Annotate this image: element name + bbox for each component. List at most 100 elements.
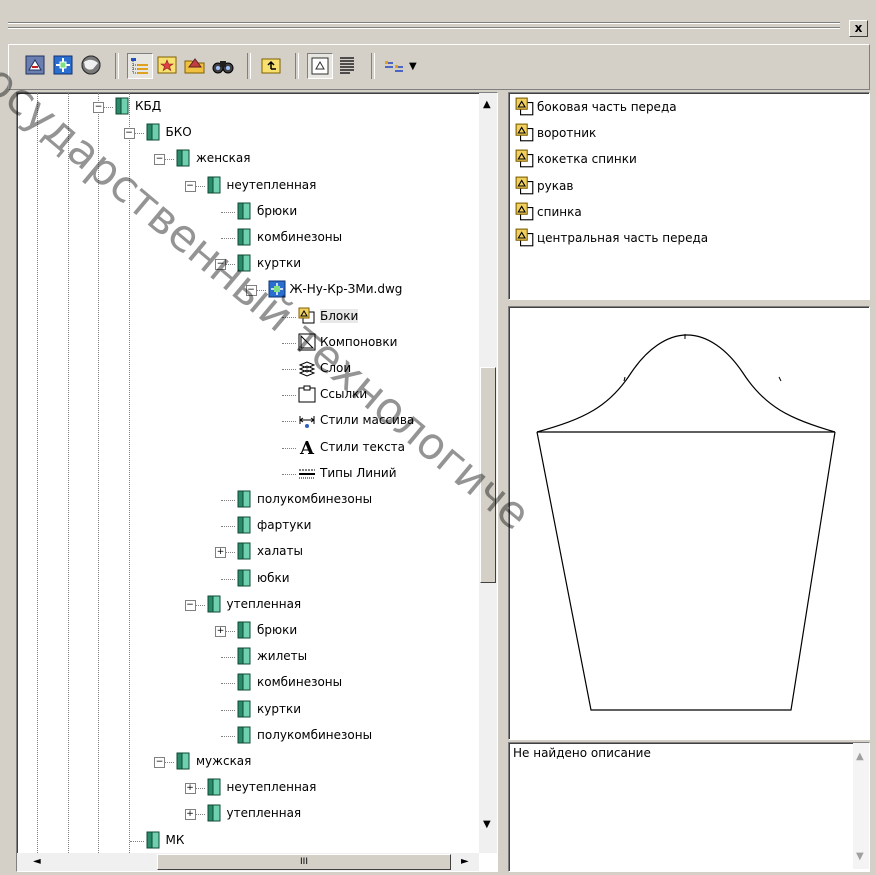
- close-button[interactable]: x: [849, 20, 868, 37]
- hscroll-thumb[interactable]: III: [157, 854, 451, 870]
- folder-icon: [207, 778, 221, 796]
- tree-node[interactable]: фартуки: [17, 516, 477, 536]
- folder-icon: [237, 490, 251, 508]
- collapse-box-icon[interactable]: −: [184, 180, 196, 192]
- scroll-right-arrow-icon[interactable]: ►: [461, 856, 469, 867]
- tree-node[interactable]: − БКО: [17, 123, 477, 143]
- scroll-left-arrow-icon[interactable]: ◄: [33, 856, 41, 867]
- block-name: центральная часть переда: [537, 231, 709, 245]
- tree-horizontal-scrollbar[interactable]: ◄ III ►: [17, 853, 479, 871]
- search-icon[interactable]: [211, 53, 235, 77]
- folder-icon: [237, 542, 251, 560]
- collapse-box-icon[interactable]: −: [123, 128, 135, 140]
- globe-icon[interactable]: [79, 53, 103, 77]
- dimstyles-icon: [298, 411, 315, 429]
- description-icon[interactable]: [335, 53, 359, 77]
- folder-icon: [237, 700, 251, 718]
- tree-vertical-scrollbar[interactable]: ▲ ▼: [479, 93, 497, 853]
- tree-node-label: утепленная: [226, 596, 302, 611]
- tree-node[interactable]: Стили массива: [17, 411, 477, 431]
- tree-node-label: утепленная: [226, 806, 302, 821]
- preview-pane: [508, 306, 870, 740]
- collapse-box-icon[interactable]: −: [245, 285, 257, 297]
- scroll-up-arrow-icon[interactable]: ▲: [483, 99, 491, 110]
- tree-toggle-icon[interactable]: [51, 53, 75, 77]
- tree-node-label: жилеты: [257, 649, 308, 664]
- tree-node[interactable]: комбинезоны: [17, 228, 477, 248]
- tree-node[interactable]: полукомбинезоны: [17, 490, 477, 510]
- views-icon[interactable]: ▼: [381, 53, 421, 77]
- block-icon: [515, 228, 534, 247]
- folder-icon: [146, 831, 160, 849]
- expand-box-icon[interactable]: +: [184, 783, 196, 795]
- expand-box-icon[interactable]: +: [215, 547, 226, 559]
- tree-node[interactable]: − КБД: [17, 97, 477, 117]
- tree-node[interactable]: комбинезоны: [17, 673, 477, 693]
- layers-icon: [298, 359, 316, 377]
- tree-node-label: юбки: [257, 570, 290, 585]
- tree-node[interactable]: + неутепленная: [17, 778, 477, 798]
- description-text: Не найдено описание: [513, 746, 651, 760]
- tree-node-label: мужская: [196, 754, 252, 768]
- favorites-icon[interactable]: [155, 53, 179, 77]
- tree-node[interactable]: Блоки: [17, 307, 477, 327]
- drawing-file-icon: [268, 280, 285, 298]
- tree-node-label: Ссылки: [320, 387, 368, 402]
- tree-node-label: Слои: [320, 361, 352, 375]
- collapse-box-icon[interactable]: −: [93, 102, 104, 113]
- tree-node[interactable]: + брюки: [17, 621, 477, 641]
- collapse-box-icon[interactable]: −: [215, 259, 226, 271]
- tree-node[interactable]: − утепленная: [17, 595, 477, 615]
- folder-tree[interactable]: − КБД − БКО − женская − неутепленная брюки комбин…: [16, 92, 498, 872]
- tree-node[interactable]: куртки: [17, 700, 477, 720]
- tree-node[interactable]: жилеты: [17, 647, 477, 667]
- tree-node[interactable]: + утепленная: [17, 804, 477, 824]
- tree-node[interactable]: + халаты: [17, 542, 477, 562]
- description-scrollbar[interactable]: ▲ ▼: [853, 743, 869, 869]
- sleeve-pattern-drawing: [536, 334, 836, 711]
- folder-icon: [115, 97, 129, 115]
- load-icon[interactable]: [183, 53, 207, 77]
- tree-node[interactable]: − неутепленная: [17, 176, 477, 196]
- collapse-box-icon[interactable]: −: [154, 757, 165, 768]
- tree-node[interactable]: − куртки: [17, 254, 477, 274]
- tree-node-label: неутепленная: [226, 780, 317, 795]
- layouts-icon: [298, 333, 316, 351]
- tree-node-label: Стили текста: [320, 439, 406, 454]
- home-icon[interactable]: [23, 53, 47, 77]
- tree-node[interactable]: Компоновки: [17, 333, 477, 353]
- preview-icon[interactable]: [307, 53, 333, 79]
- block-name: воротник: [537, 126, 597, 141]
- tree-node[interactable]: брюки: [17, 202, 477, 222]
- treeview-icon[interactable]: [127, 53, 153, 79]
- collapse-box-icon[interactable]: −: [154, 154, 165, 166]
- tree-node[interactable]: полукомбинезоны: [17, 726, 477, 746]
- scroll-thumb[interactable]: [480, 367, 496, 583]
- tree-node[interactable]: Ссылки: [17, 385, 477, 405]
- tree-node-label: БКО: [165, 125, 192, 140]
- up-icon[interactable]: [259, 53, 283, 77]
- block-name: боковая часть переда: [537, 100, 677, 114]
- design-center-window: x ▼ − КБД − БКО − женская − неутепленная…: [0, 0, 876, 875]
- expand-box-icon[interactable]: +: [215, 626, 226, 637]
- tree-node-label: Ж-Ну-Кр-ЗМи.dwg: [289, 282, 403, 297]
- tree-node[interactable]: юбки: [17, 569, 477, 589]
- tree-node-label: КБД: [135, 99, 162, 113]
- palette-titlebar[interactable]: x: [4, 14, 870, 38]
- content-list[interactable]: боковая часть переда воротник кокетка спин…: [508, 92, 870, 300]
- collapse-box-icon[interactable]: −: [184, 599, 196, 611]
- tree-node[interactable]: − Ж-Ну-Кр-ЗМи.dwg: [17, 280, 477, 300]
- tree-node[interactable]: − мужская: [17, 752, 477, 772]
- block-name: кокетка спинки: [537, 152, 637, 167]
- block-name: рукав: [537, 178, 574, 193]
- tree-node[interactable]: Слои: [17, 359, 477, 379]
- expand-box-icon[interactable]: +: [184, 809, 196, 821]
- scroll-down-arrow-icon[interactable]: ▼: [483, 819, 491, 830]
- folder-icon: [237, 673, 251, 691]
- tree-node[interactable]: − женская: [17, 149, 477, 169]
- tree-node[interactable]: МК: [17, 831, 477, 851]
- folder-icon: [207, 595, 221, 613]
- tree-node[interactable]: A Стили текста: [17, 438, 477, 459]
- tree-node[interactable]: Типы Линий: [17, 464, 477, 484]
- folder-icon: [207, 804, 221, 822]
